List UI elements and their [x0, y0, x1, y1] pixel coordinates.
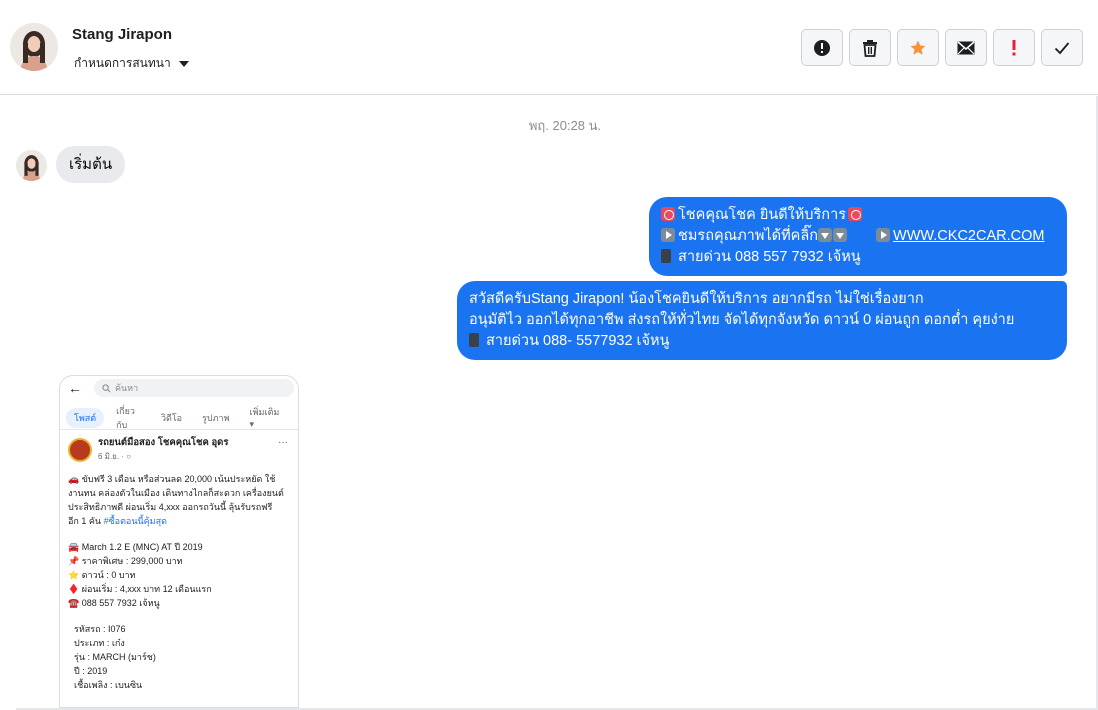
envelope-icon [957, 40, 975, 54]
fb-post-text: ประสิทธิภาพดี ผ่อนเริ่ม 4,xxx ออกรถวันนี… [68, 502, 273, 512]
red-square-icon [848, 207, 863, 221]
mark-spam-button[interactable] [801, 29, 843, 66]
message-line: โชคคุณโชค ยินดีให้บริการ [661, 205, 1055, 226]
play-button-icon [876, 228, 891, 242]
fb-search-box: ค้นหา [94, 379, 294, 397]
more-options-icon: ··· [278, 437, 288, 448]
outgoing-message[interactable]: สวัสดีครับStang Jirapon! น้องโชคยินดีให้… [457, 281, 1067, 360]
message-line: สายด่วน 088 557 7932 เจ้หนู [661, 247, 1055, 268]
incoming-message[interactable]: เริ่มต้น [56, 146, 126, 183]
messenger-inbox: Stang Jirapon กำหนดการสนทนา พฤ. 20:28 น.… [0, 0, 1098, 710]
fb-tab: วิดีโอ [160, 412, 183, 423]
star-button[interactable] [897, 29, 939, 66]
fb-tab: เกี่ยวกับ [116, 405, 135, 430]
conversation-header: Stang Jirapon กำหนดการสนทนา [0, 0, 1098, 95]
message-timestamp: พฤ. 20:28 น. [528, 118, 602, 133]
fb-post-text: ⭐ ดาวน์ : 0 บาท [68, 570, 136, 580]
page-logo-icon [68, 438, 92, 462]
mobile-phone-icon [661, 249, 671, 263]
fb-post-text: 🚘 March 1.2 E (MNC) AT ปี 2019 [68, 542, 203, 552]
message-text: สายด่วน 088 557 7932 เจ้หนู [678, 249, 861, 265]
fb-tab: รูปภาพ [202, 412, 230, 423]
conversation-settings-label: กำหนดการสนทนา [74, 56, 171, 70]
fb-post-text: เชื้อเพลิง : เบนซิน [74, 680, 143, 690]
fb-post-text: ☎️ 088 557 7932 เจ้หนู [68, 598, 160, 608]
contact-name: Stang Jirapon [72, 26, 173, 43]
fb-search-placeholder: ค้นหา [115, 383, 139, 393]
play-button-icon [661, 228, 675, 242]
trash-icon [863, 39, 877, 57]
fb-post-text: ปี : 2019 [74, 666, 108, 676]
fb-tabs: โพสต์ เกี่ยวกับ วิดีโอ รูปภาพ เพิ่มเติม … [60, 400, 298, 430]
exclamation-icon [1012, 39, 1016, 55]
down-arrow-icon [833, 228, 848, 242]
message-thread[interactable]: พฤ. 20:28 น. เริ่มต้น โชคคุณโชค ยินดีให้… [0, 96, 1098, 708]
message-line: ชมรถคุณภาพได้ที่คลิ๊ก WWW.CKC2CAR.COM [661, 226, 1055, 247]
fb-post-text: รหัสรถ : I076 [74, 624, 126, 634]
checkmark-icon [1054, 41, 1070, 54]
fb-post: รถยนต์มือสอง โชคคุณโชค อุดร 6 มิ.ย. · ○ … [60, 430, 298, 698]
message-line: สวัสดีครับStang Jirapon! น้องโชคยินดีให้… [469, 291, 924, 307]
fb-post-header: รถยนต์มือสอง โชคคุณโชค อุดร 6 มิ.ย. · ○ … [68, 436, 290, 464]
search-icon [102, 383, 111, 392]
alert-circle-icon [814, 39, 830, 56]
fb-post-text: รุ่น : MARCH (มาร์ช) [74, 652, 156, 662]
mark-done-button[interactable] [1041, 29, 1083, 66]
mark-unread-button[interactable] [945, 29, 987, 66]
follow-up-button[interactable] [993, 29, 1035, 66]
fb-post-author: รถยนต์มือสอง โชคคุณโชค อุดร [98, 437, 229, 448]
avatar[interactable] [10, 23, 58, 71]
fb-tab: โพสต์ [66, 407, 105, 428]
caret-down-icon [178, 60, 189, 67]
down-arrow-icon [818, 228, 833, 242]
message-text: สายด่วน 088- 5577932 เจ้หนู [486, 333, 670, 349]
message-line: อนุมัติไว ออกได้ทุกอาชีพ ส่งรถให้ทั่วไทย… [469, 312, 1015, 328]
header-actions [801, 29, 1083, 66]
fb-post-text: งานทน คล่องตัวในเมือง เดินทางไกลก็สะดวก … [68, 488, 284, 498]
conversation-settings-dropdown[interactable]: กำหนดการสนทนา [74, 54, 189, 73]
message-text: ชมรถคุณภาพได้ที่คลิ๊ก [678, 228, 819, 244]
fb-tab: เพิ่มเติม ▾ [249, 407, 280, 429]
back-arrow-icon: ← [68, 380, 82, 396]
mobile-phone-icon [469, 333, 479, 347]
delete-button[interactable] [849, 29, 891, 66]
fb-post-text: อีก 1 คัน #ซื้อตอนนี้คุ้มสุด [68, 516, 167, 526]
red-square-icon [661, 207, 675, 221]
outgoing-message[interactable]: โชคคุณโชค ยินดีให้บริการ ชมรถคุณภาพได้ที… [649, 197, 1067, 276]
message-line: สายด่วน 088- 5577932 เจ้หนู [469, 331, 1055, 352]
fb-topbar: ← ค้นหา [60, 376, 298, 400]
star-icon [910, 40, 926, 55]
website-link[interactable]: WWW.CKC2CAR.COM [893, 228, 1044, 244]
globe-icon: ○ [126, 452, 132, 461]
fb-post-text: ประเภท : เก๋ง [74, 638, 125, 648]
fb-post-text: ♦️ ผ่อนเริ่ม : 4,xxx บาท 12 เดือนแรก [68, 584, 212, 594]
fb-post-text: 📌 ราคาพิเศษ : 299,000 บาท [68, 556, 183, 566]
fb-hashtag: #ซื้อตอนนี้คุ้มสุด [103, 516, 167, 526]
message-text: โชคคุณโชค ยินดีให้บริการ [678, 207, 847, 223]
sender-avatar [16, 150, 47, 181]
image-attachment[interactable]: ← ค้นหา โพสต์ เกี่ยวกับ วิดีโอ รูปภาพ เพ… [59, 375, 299, 708]
fb-post-date: 6 มิ.ย. · ○ [98, 452, 132, 461]
fb-post-text: 🚗 ขับฟรี 3 เดือน หรือส่วนลด 20,000 เน้นป… [68, 474, 276, 484]
